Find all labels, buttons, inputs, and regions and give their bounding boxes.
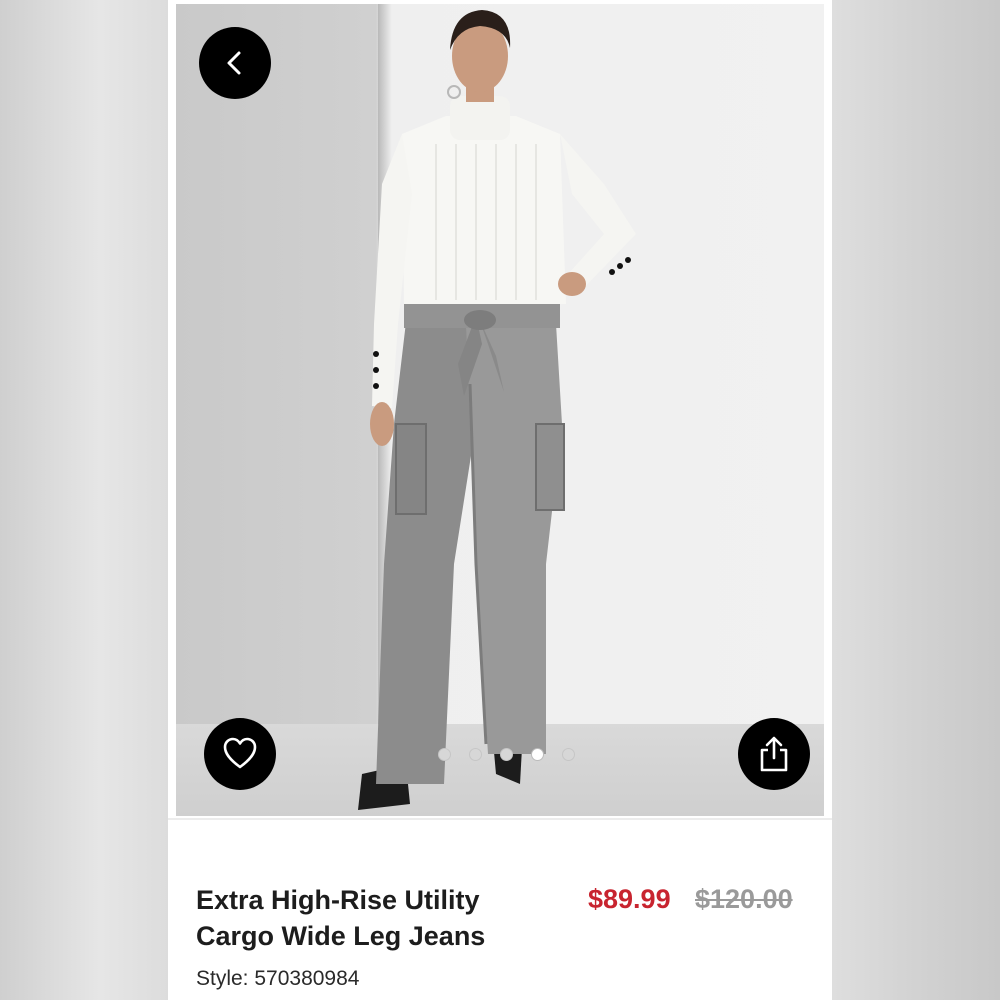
product-title: Extra High-Rise Utility Cargo Wide Leg J… (196, 882, 566, 954)
style-number: Style: 570380984 (196, 967, 360, 990)
original-price: $120.00 (695, 884, 793, 914)
sale-price: $89.99 (588, 884, 671, 914)
favorite-button[interactable] (204, 718, 276, 790)
carousel-dot-active[interactable] (531, 748, 544, 761)
share-icon (760, 736, 788, 772)
divider (168, 818, 832, 820)
chevron-left-icon (227, 51, 241, 75)
carousel-dot[interactable] (500, 748, 513, 761)
background-right (832, 0, 1000, 1000)
carousel-dot[interactable] (562, 748, 575, 761)
back-button[interactable] (199, 27, 271, 99)
product-image[interactable] (176, 4, 824, 816)
model-figure (358, 10, 636, 810)
carousel-indicator (438, 748, 575, 761)
carousel-dot[interactable] (469, 748, 482, 761)
share-button[interactable] (738, 718, 810, 790)
product-title-line-2: Cargo Wide Leg Jeans (196, 921, 486, 951)
carousel-dot[interactable] (438, 748, 451, 761)
product-title-line-1: Extra High-Rise Utility (196, 885, 480, 915)
product-page: Extra High-Rise Utility Cargo Wide Leg J… (168, 0, 832, 1000)
heart-outline-icon (223, 737, 257, 769)
